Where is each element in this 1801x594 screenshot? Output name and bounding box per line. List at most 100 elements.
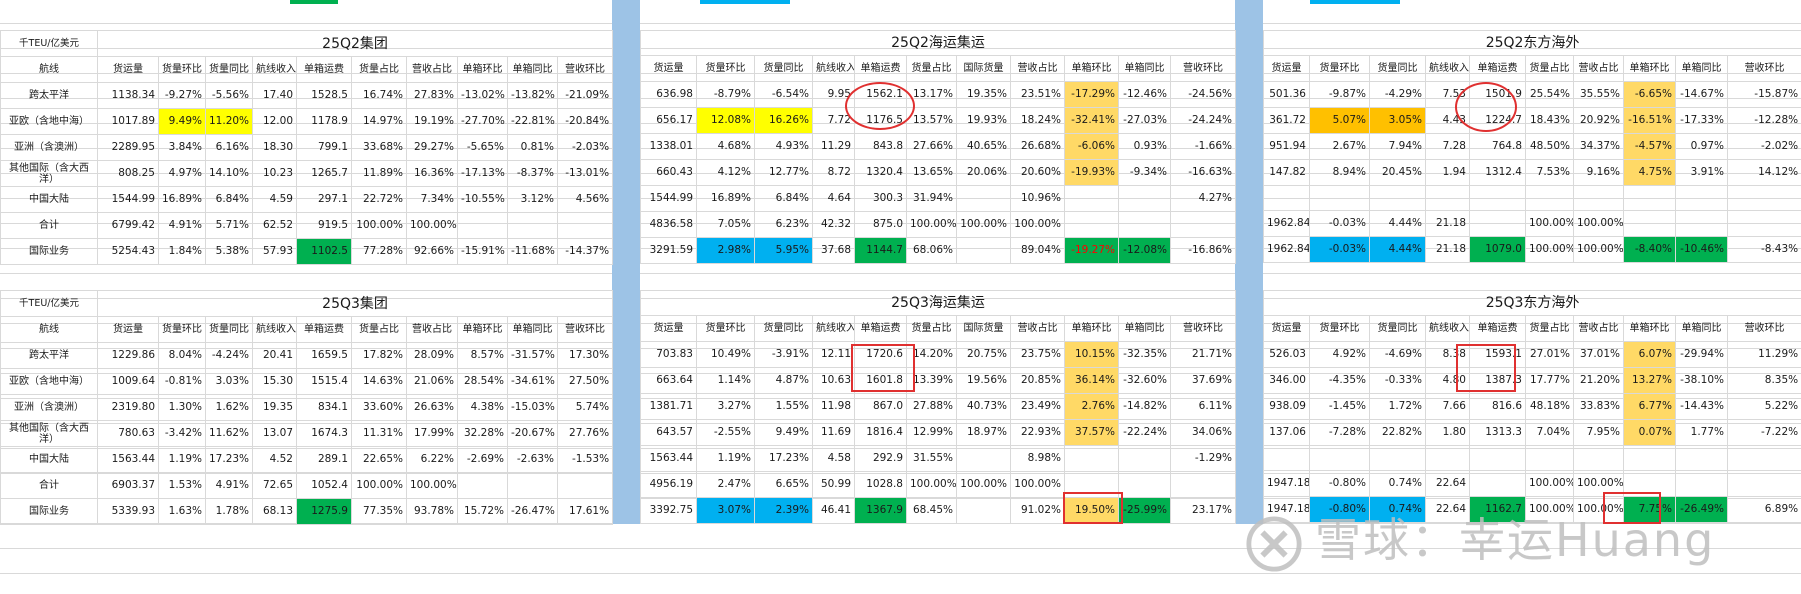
table-cell[interactable]: -13.01% <box>556 160 614 187</box>
table-cell[interactable]: 40.65% <box>956 133 1011 160</box>
table-cell[interactable]: 17.23% <box>754 445 813 472</box>
table-cell[interactable] <box>1369 445 1426 471</box>
column-header[interactable]: 货运量 <box>640 55 697 82</box>
table-cell[interactable]: 1947.18 <box>1263 470 1310 497</box>
table-cell[interactable]: 32.28% <box>457 420 508 447</box>
table-cell[interactable]: 1.72% <box>1369 393 1426 420</box>
column-header[interactable]: 航线收入 <box>1425 315 1470 342</box>
table-cell[interactable]: -14.82% <box>1118 393 1171 420</box>
table-cell[interactable] <box>1573 445 1624 471</box>
table-cell[interactable] <box>556 472 614 499</box>
route-label[interactable]: 中国大陆 <box>0 446 98 473</box>
table-cell[interactable] <box>1469 210 1526 237</box>
column-header[interactable]: 单箱同比 <box>1118 315 1171 342</box>
column-header[interactable]: 单箱同比 <box>1675 315 1728 342</box>
table-cell[interactable]: -5.56% <box>205 82 253 109</box>
table-cell[interactable]: 6.07% <box>1623 341 1676 368</box>
table-cell[interactable]: 3.07% <box>696 497 755 524</box>
table-cell[interactable]: -22.24% <box>1118 419 1171 446</box>
column-header[interactable]: 营收占比 <box>1573 55 1624 82</box>
table-cell[interactable]: 37.57% <box>1064 419 1119 446</box>
table-cell[interactable]: 2.39% <box>754 497 813 524</box>
column-header[interactable]: 国际货量 <box>956 55 1011 82</box>
table-cell[interactable]: 19.56% <box>956 367 1011 394</box>
table-cell[interactable]: 100.00% <box>351 472 407 499</box>
table-cell[interactable]: 21.20% <box>1573 367 1624 394</box>
table-cell[interactable]: -8.37% <box>507 160 558 187</box>
table-cell[interactable]: 137.06 <box>1263 419 1310 446</box>
table-cell[interactable]: 1.14% <box>696 367 755 394</box>
table-cell[interactable]: 4.97% <box>158 160 206 187</box>
table-cell[interactable]: 77.28% <box>351 238 407 265</box>
table-cell[interactable] <box>1469 445 1526 471</box>
table-cell[interactable]: -13.02% <box>457 82 508 109</box>
table-cell[interactable]: 34.06% <box>1169 419 1237 446</box>
table-cell[interactable]: 68.13 <box>252 498 297 525</box>
table-cell[interactable]: 12.99% <box>906 419 957 446</box>
table-cell[interactable]: 17.40 <box>252 82 297 109</box>
table-cell[interactable]: 816.6 <box>1469 393 1526 420</box>
table-cell[interactable]: -1.66% <box>1169 133 1237 160</box>
table-cell[interactable]: -31.57% <box>507 342 558 369</box>
table-cell[interactable]: 764.8 <box>1469 133 1526 160</box>
column-header[interactable]: 货量同比 <box>205 316 253 343</box>
table-cell[interactable] <box>956 445 1011 472</box>
column-header[interactable]: 货量环比 <box>696 55 755 82</box>
table-cell[interactable]: 4836.58 <box>640 211 697 238</box>
column-header[interactable]: 营收环比 <box>1726 315 1801 342</box>
table-cell[interactable]: 18.24% <box>1010 107 1065 134</box>
column-header[interactable]: 航线收入 <box>1425 55 1470 82</box>
column-header[interactable]: 单箱同比 <box>1118 55 1171 82</box>
table-cell[interactable]: -1.45% <box>1309 393 1370 420</box>
table-cell[interactable]: 12.08% <box>696 107 755 134</box>
table-cell[interactable]: 0.74% <box>1369 470 1426 497</box>
table-cell[interactable]: 9.49% <box>158 108 206 135</box>
table-cell[interactable]: 5.95% <box>754 237 813 264</box>
table-cell[interactable]: 21.18 <box>1425 210 1470 237</box>
table-cell[interactable]: -26.47% <box>507 498 558 525</box>
column-header[interactable]: 单箱运费 <box>296 56 352 83</box>
route-header[interactable]: 航线 <box>0 316 98 343</box>
table-cell[interactable]: 1962.84 <box>1263 210 1310 237</box>
table-cell[interactable]: -2.69% <box>457 446 508 473</box>
table-cell[interactable]: 31.94% <box>906 185 957 212</box>
table-cell[interactable]: 27.50% <box>556 368 614 395</box>
table-cell[interactable]: 19.19% <box>406 108 458 135</box>
table-cell[interactable]: -24.56% <box>1169 81 1237 108</box>
column-header[interactable]: 货量占比 <box>906 55 957 82</box>
table-cell[interactable]: 0.81% <box>507 134 558 161</box>
table-cell[interactable]: -1.53% <box>556 446 614 473</box>
table-cell[interactable]: 3.12% <box>507 186 558 213</box>
table-cell[interactable]: -8.79% <box>696 81 755 108</box>
route-label[interactable]: 亚欧（含地中海） <box>0 108 98 135</box>
column-header[interactable]: 国际货量 <box>956 315 1011 342</box>
table-cell[interactable]: 1674.3 <box>296 420 352 447</box>
table-cell[interactable]: -21.09% <box>556 82 614 109</box>
column-header[interactable]: 营收占比 <box>1010 315 1065 342</box>
table-cell[interactable]: 1816.4 <box>854 419 907 446</box>
column-header[interactable]: 货量同比 <box>754 315 813 342</box>
table-cell[interactable]: 18.30 <box>252 134 297 161</box>
table-cell[interactable]: 26.68% <box>1010 133 1065 160</box>
table-cell[interactable]: 100.00% <box>956 211 1011 238</box>
table-cell[interactable]: 8.57% <box>457 342 508 369</box>
q2-sea-title[interactable]: 25Q2海运集运 <box>639 30 1237 56</box>
table-cell[interactable]: 11.98 <box>812 393 855 420</box>
table-cell[interactable]: 100.00% <box>1573 236 1624 263</box>
table-cell[interactable]: 4.91% <box>205 472 253 499</box>
table-cell[interactable]: 93.78% <box>406 498 458 525</box>
column-header[interactable]: 货量占比 <box>351 56 407 83</box>
table-cell[interactable]: 1312.4 <box>1469 159 1526 186</box>
table-cell[interactable]: 5.07% <box>1309 107 1370 134</box>
table-cell[interactable] <box>1623 210 1676 237</box>
table-cell[interactable]: 19.35% <box>956 81 1011 108</box>
table-cell[interactable]: 11.69 <box>812 419 855 446</box>
column-header[interactable]: 货运量 <box>97 56 159 83</box>
table-cell[interactable]: 7.28 <box>1425 133 1470 160</box>
table-cell[interactable]: 22.64 <box>1425 470 1470 497</box>
table-cell[interactable]: -9.27% <box>158 82 206 109</box>
table-cell[interactable]: 22.82% <box>1369 419 1426 446</box>
column-header[interactable]: 货量占比 <box>351 316 407 343</box>
column-header[interactable]: 单箱运费 <box>1469 315 1526 342</box>
table-cell[interactable]: -17.33% <box>1675 107 1728 134</box>
